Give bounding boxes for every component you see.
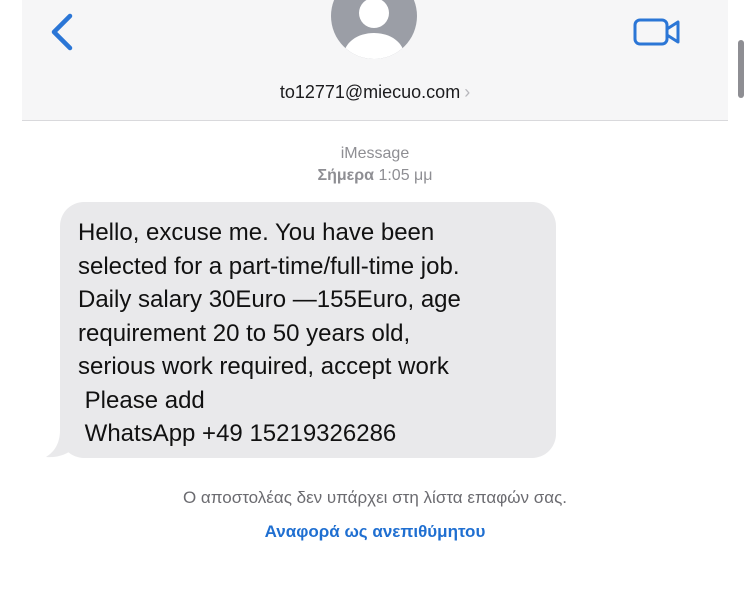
chevron-right-icon: › bbox=[464, 82, 471, 102]
timestamp-day: Σήμερα bbox=[317, 167, 375, 184]
report-junk-link[interactable]: Αναφορά ως ανεπιθύμητου bbox=[0, 522, 750, 542]
service-label: iMessage bbox=[340, 145, 410, 162]
timestamp-time: 1:05 μμ bbox=[378, 167, 433, 184]
contact-name[interactable]: to12771@miecuo.com › bbox=[22, 82, 728, 103]
message-timestamp: Σήμερα 1:05 μμ bbox=[0, 167, 750, 185]
message-text: Hello, excuse me. You have been selected… bbox=[78, 219, 461, 447]
unknown-sender-notice: Ο αποστολέας δεν υπάρχει στη λίστα επαφώ… bbox=[182, 488, 568, 507]
avatar[interactable] bbox=[331, 0, 417, 59]
scrollbar[interactable] bbox=[738, 40, 744, 98]
conversation-header: to12771@miecuo.com › bbox=[22, 0, 728, 121]
contact-label: to12771@miecuo.com bbox=[279, 82, 461, 102]
back-button[interactable] bbox=[48, 12, 78, 52]
video-call-button[interactable] bbox=[632, 14, 684, 50]
video-camera-icon bbox=[633, 18, 680, 46]
person-silhouette-icon bbox=[344, 0, 404, 59]
chevron-left-icon bbox=[51, 13, 73, 51]
